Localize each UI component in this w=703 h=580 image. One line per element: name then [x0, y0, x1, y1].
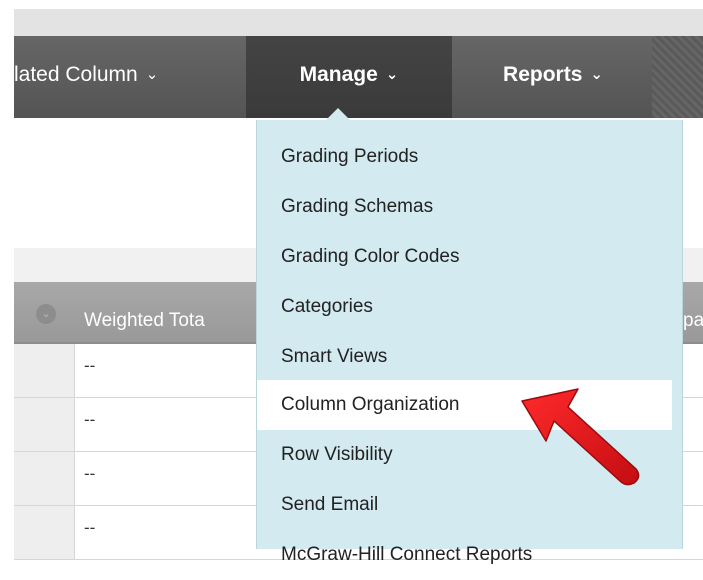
menu-item-grading-color-codes[interactable]: Grading Color Codes: [257, 232, 672, 282]
menu-item-grading-periods[interactable]: Grading Periods: [257, 132, 672, 182]
manage-label: Manage: [299, 63, 378, 86]
create-calculated-column-menu[interactable]: lated Column ⌄: [14, 36, 254, 118]
reports-label: Reports: [503, 63, 583, 86]
next-column-header[interactable]: pa: [683, 310, 703, 332]
row-lead-cell: [14, 398, 75, 451]
header-gray-band: [14, 9, 703, 36]
gradebook-toolbar: lated Column ⌄ Manage ⌄ Reports ⌄: [14, 36, 703, 118]
row-lead-cell: [14, 452, 75, 505]
grade-cell[interactable]: --: [84, 410, 95, 430]
reports-menu-button[interactable]: Reports ⌄: [454, 36, 652, 118]
menu-item-grading-schemas[interactable]: Grading Schemas: [257, 182, 672, 232]
chevron-down-icon: ⌄: [590, 66, 603, 83]
menu-pointer: [326, 108, 350, 120]
chevron-down-icon: ⌄: [145, 66, 159, 83]
column-menu-chevron-icon[interactable]: ⌄: [36, 304, 56, 324]
row-lead-cell: [14, 506, 75, 559]
menu-item-mcgraw-hill-connect-reports[interactable]: McGraw-Hill Connect Reports: [257, 530, 672, 580]
grade-cell[interactable]: --: [84, 464, 95, 484]
grade-cell[interactable]: --: [84, 356, 95, 376]
calculated-column-label: lated Column: [14, 63, 138, 86]
red-annotation-arrow: [521, 388, 640, 486]
weighted-total-header[interactable]: Weighted Tota: [84, 310, 254, 332]
manage-menu-button[interactable]: Manage ⌄: [246, 36, 452, 118]
menu-item-categories[interactable]: Categories: [257, 282, 672, 332]
page-top-strip: [0, 0, 703, 9]
toolbar-stripes-decoration: [652, 36, 703, 118]
grade-cell[interactable]: --: [84, 518, 95, 538]
menu-item-smart-views[interactable]: Smart Views: [257, 332, 672, 382]
chevron-down-icon: ⌄: [385, 66, 399, 83]
row-lead-cell: [14, 344, 75, 397]
